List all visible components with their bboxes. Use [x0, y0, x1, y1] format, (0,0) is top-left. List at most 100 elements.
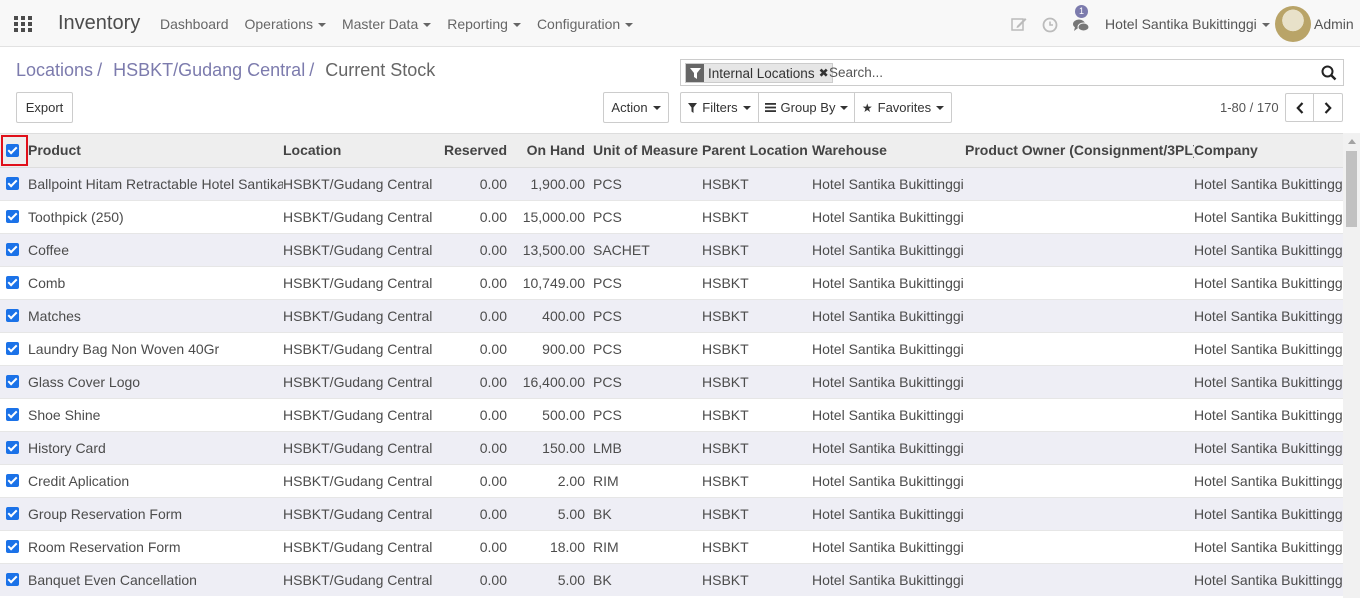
row-select-cell[interactable] [0, 232, 28, 266]
cell-warehouse: Hotel Santika Bukittinggi [812, 364, 965, 398]
cell-uom: RIM [593, 529, 702, 563]
table-row[interactable]: Room Reservation Form HSBKT/Gudang Centra… [0, 529, 1343, 563]
table-row[interactable]: Toothpick (250) HSBKT/Gudang Central 0.00 1… [0, 199, 1343, 233]
apps-grid-icon[interactable] [14, 16, 32, 32]
cell-product: Matches [28, 298, 283, 332]
column-header-parent-location[interactable]: Parent Location [702, 134, 812, 168]
row-checkbox[interactable] [6, 276, 19, 289]
table-row[interactable]: Credit Aplication HSBKT/Gudang Central 0.0… [0, 463, 1343, 497]
cell-product-owner [965, 496, 1194, 530]
menu-item-configuration[interactable]: Configuration [537, 16, 634, 32]
column-header-product-owner[interactable]: Product Owner (Consignment/3PL) [965, 134, 1194, 168]
cell-uom: RIM [593, 463, 702, 497]
row-select-cell[interactable] [0, 331, 28, 365]
row-select-cell[interactable] [0, 265, 28, 299]
pager-previous-button[interactable] [1285, 93, 1314, 122]
menu-item-dashboard[interactable]: Dashboard [160, 16, 229, 32]
clock-icon[interactable] [1041, 15, 1059, 33]
table-row[interactable]: Group Reservation Form HSBKT/Gudang Centr… [0, 496, 1343, 530]
scroll-up-icon[interactable] [1348, 139, 1356, 144]
menu-item-reporting[interactable]: Reporting [447, 16, 521, 32]
row-select-cell[interactable] [0, 364, 28, 398]
row-checkbox[interactable] [6, 177, 19, 190]
menu-item-operations[interactable]: Operations [245, 16, 326, 32]
table-row[interactable]: Comb HSBKT/Gudang Central 0.00 10,749.00 PCS… [0, 265, 1343, 299]
table-row[interactable]: Shoe Shine HSBKT/Gudang Central 0.00 500.00… [0, 397, 1343, 431]
table-row[interactable]: History Card HSBKT/Gudang Central 0.00 150.… [0, 430, 1343, 464]
row-checkbox[interactable] [6, 573, 19, 587]
column-header-product[interactable]: Product [28, 134, 283, 168]
menu-item-master-data[interactable]: Master Data [342, 16, 432, 32]
app-title[interactable]: Inventory [58, 12, 140, 35]
row-select-cell[interactable] [0, 529, 28, 563]
table-row[interactable]: Glass Cover Logo HSBKT/Gudang Central 0.00… [0, 364, 1343, 398]
breadcrumb-locations[interactable]: Locations [16, 60, 93, 80]
row-select-cell[interactable] [0, 199, 28, 233]
favorites-button[interactable]: ★ Favorites [854, 92, 952, 123]
pager-next-button[interactable] [1313, 93, 1343, 122]
row-select-cell[interactable] [0, 166, 28, 200]
column-header-company[interactable]: Company [1194, 134, 1343, 168]
avatar[interactable] [1275, 6, 1311, 42]
chat-icon[interactable] [1072, 17, 1090, 35]
column-header-on-hand[interactable]: On Hand [515, 134, 593, 168]
filters-label: Filters [702, 100, 738, 115]
cell-uom: PCS [593, 265, 702, 299]
row-checkbox[interactable] [6, 342, 19, 355]
search-input[interactable] [829, 62, 1309, 83]
column-header-reserved[interactable]: Reserved [433, 134, 515, 168]
company-switcher[interactable]: Hotel Santika Bukittinggi [1105, 16, 1270, 32]
table-row[interactable]: Matches HSBKT/Gudang Central 0.00 400.00 PCS… [0, 298, 1343, 332]
row-select-cell[interactable] [0, 298, 28, 332]
vertical-scrollbar[interactable] [1343, 133, 1360, 598]
select-all-cell[interactable] [0, 134, 28, 168]
cell-warehouse: Hotel Santika Bukittinggi [812, 166, 965, 200]
table-row[interactable]: Laundry Bag Non Woven 40Gr HSBKT/Gudang C… [0, 331, 1343, 365]
filters-button[interactable]: Filters [680, 92, 759, 123]
cell-product: Room Reservation Form [28, 529, 283, 563]
row-checkbox[interactable] [6, 210, 19, 223]
edit-icon[interactable] [1010, 15, 1028, 33]
row-select-cell[interactable] [0, 496, 28, 530]
row-select-cell[interactable] [0, 430, 28, 464]
search-icon[interactable] [1321, 65, 1337, 81]
row-select-cell[interactable] [0, 397, 28, 431]
chevron-down-icon [317, 23, 326, 28]
group-by-button[interactable]: Group By [758, 92, 855, 123]
row-checkbox[interactable] [6, 474, 19, 487]
row-checkbox[interactable] [6, 375, 19, 388]
column-header-uom[interactable]: Unit of Measure [593, 134, 702, 168]
row-checkbox[interactable] [6, 540, 19, 553]
row-select-cell[interactable] [0, 562, 28, 596]
column-header-warehouse[interactable]: Warehouse [812, 134, 965, 168]
breadcrumb-gudang-central[interactable]: HSBKT/Gudang Central [113, 60, 305, 80]
cell-uom: PCS [593, 331, 702, 365]
row-checkbox[interactable] [6, 408, 19, 421]
table-row[interactable]: Banquet Even Cancellation HSBKT/Gudang Ce… [0, 562, 1343, 596]
scrollbar-thumb[interactable] [1346, 151, 1357, 227]
menu-item-label: Operations [244, 16, 313, 32]
action-button[interactable]: Action [603, 92, 669, 123]
row-checkbox[interactable] [6, 441, 19, 454]
cell-reserved: 0.00 [433, 430, 515, 464]
cell-warehouse: Hotel Santika Bukittinggi [812, 331, 965, 365]
row-checkbox[interactable] [6, 309, 19, 322]
cell-product: Credit Aplication [28, 463, 283, 497]
cell-parent-location: HSBKT [702, 496, 812, 530]
table-row[interactable]: Coffee HSBKT/Gudang Central 0.00 13,500.00 S… [0, 232, 1343, 266]
user-name[interactable]: Admin [1314, 16, 1354, 32]
search-facet[interactable]: Internal Locations ✖ [685, 63, 833, 83]
row-checkbox[interactable] [6, 243, 19, 256]
export-button[interactable]: Export [16, 92, 73, 123]
table-row[interactable]: Ballpoint Hitam Retractable Hotel Santik… [0, 166, 1343, 200]
cell-location: HSBKT/Gudang Central [283, 265, 433, 299]
cell-product: Comb [28, 265, 283, 299]
row-select-cell[interactable] [0, 463, 28, 497]
column-header-location[interactable]: Location [283, 134, 433, 168]
cell-company: Hotel Santika Bukittinggi [1194, 232, 1343, 266]
cell-warehouse: Hotel Santika Bukittinggi [812, 430, 965, 464]
cell-company: Hotel Santika Bukittinggi [1194, 463, 1343, 497]
cell-on-hand: 400.00 [515, 298, 593, 332]
pager-value[interactable]: 1-80 / 170 [1220, 100, 1279, 115]
row-checkbox[interactable] [6, 507, 19, 520]
